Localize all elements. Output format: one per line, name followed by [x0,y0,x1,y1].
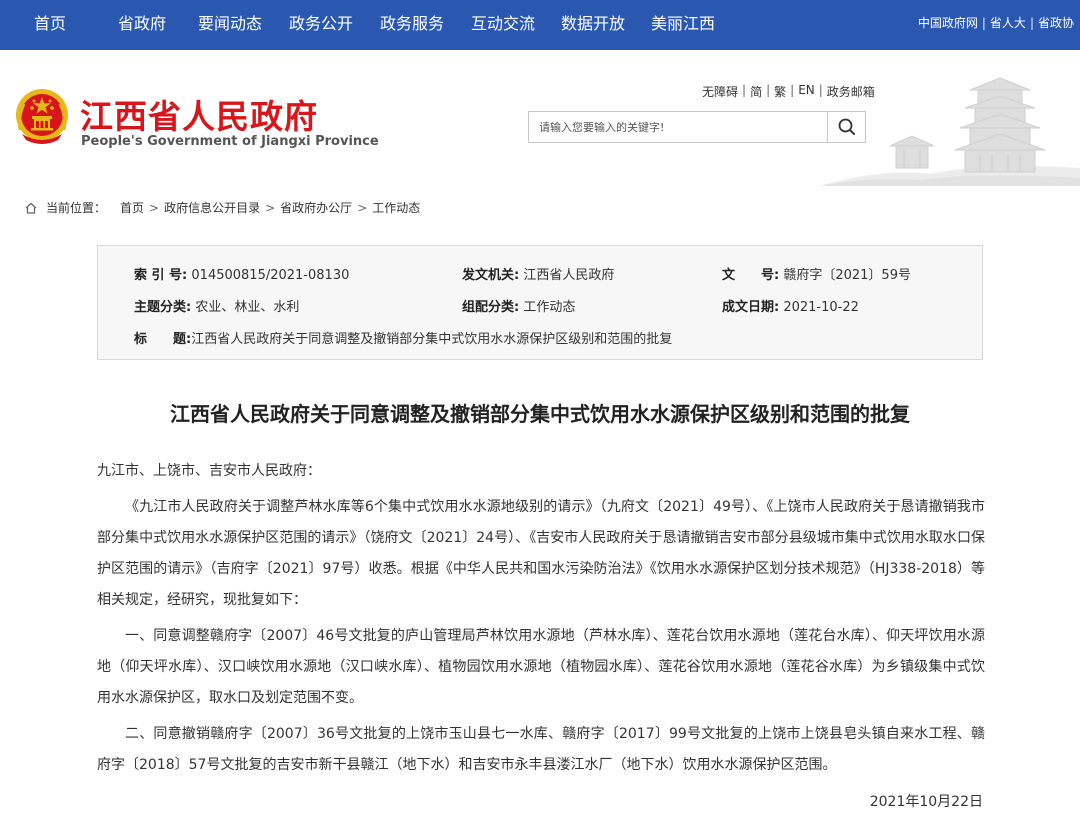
breadcrumb: 当前位置： 首页 > 政府信息公开目录 > 省政府办公厅 > 工作动态 [24,199,420,216]
breadcrumb-separator: > [357,200,368,215]
article-body: 九江市、上饶市、吉安市人民政府： 《九江市人民政府关于调整芦林水库等6个集中式饮… [97,456,985,818]
info-value: 农业、林业、水利 [195,300,300,315]
info-index-number: 索 引 号: 014500815/2021-08130 [134,264,349,283]
info-value: 工作动态 [523,300,576,315]
accessibility-link[interactable]: 无障碍 [702,83,738,100]
info-group-category: 组配分类: 工作动态 [462,296,575,315]
breadcrumb-general-office[interactable]: 省政府办公厅 [280,199,352,216]
site-header: 江西省人民政府 People's Government of Jiangxi P… [0,50,1080,186]
info-value: 2021-10-22 [783,300,859,315]
info-label: 发文机关: [462,268,520,283]
breadcrumb-separator: > [149,200,160,215]
simplified-chinese-link[interactable]: 简 [750,83,762,100]
breadcrumb-work-news[interactable]: 工作动态 [372,199,420,216]
site-title: 江西省人民政府 [80,97,318,136]
separator: | [790,83,795,97]
pavilion-illustration [820,77,1080,186]
info-label: 组配分类: [462,300,520,315]
breadcrumb-separator: > [265,200,276,215]
nav-item-interaction[interactable]: 互动交流 [458,0,548,50]
info-label: 成文日期: [722,300,780,315]
document-info-box: 索 引 号: 014500815/2021-08130 发文机关: 江西省人民政… [97,245,983,360]
breadcrumb-home[interactable]: 首页 [120,199,144,216]
breadcrumb-label: 当前位置： [46,201,107,215]
link-china-government[interactable]: 中国政府网 [918,0,978,50]
nav-item-beautiful-jiangxi[interactable]: 美丽江西 [638,0,728,50]
info-label: 主题分类: [134,300,192,315]
separator: | [981,16,986,30]
article-paragraph: 一、同意调整赣府字〔2007〕46号文批复的庐山管理局芦林饮用水源地（芦林水库）… [97,628,985,706]
info-value: 014500815/2021-08130 [191,268,350,283]
breadcrumb-disclosure-catalog[interactable]: 政府信息公开目录 [164,199,260,216]
info-value: 江西省人民政府关于同意调整及撤销部分集中式饮用水水源保护区级别和范围的批复 [191,332,673,347]
article-salutation: 九江市、上饶市、吉安市人民政府： [97,463,321,479]
nav-menu: 首页 省政府 要闻动态 政务公开 政务服务 互动交流 数据开放 美丽江西 [0,0,728,50]
top-nav: 首页 省政府 要闻动态 政务公开 政务服务 互动交流 数据开放 美丽江西 中国政… [0,0,1080,50]
article-date: 2021年10月22日 [869,794,983,810]
search-input[interactable] [529,112,827,142]
article-paragraph: 二、同意撤销赣府字〔2007〕36号文批复的上饶市玉山县七一水库、赣府字〔201… [97,726,985,773]
info-written-date: 成文日期: 2021-10-22 [722,296,859,315]
link-provincial-congress[interactable]: 省人大 [990,0,1026,50]
info-title: 标 题:江西省人民政府关于同意调整及撤销部分集中式饮用水水源保护区级别和范围的批… [134,328,672,347]
nav-item-open-data[interactable]: 数据开放 [548,0,638,50]
info-value: 江西省人民政府 [523,268,615,283]
info-value: 赣府字〔2021〕59号 [783,268,911,283]
site-subtitle: People's Government of Jiangxi Province [81,134,379,149]
article-paragraph: 《九江市人民政府关于调整芦林水库等6个集中式饮用水水源地级别的请示》（九府文〔2… [97,499,985,608]
info-issuing-authority: 发文机关: 江西省人民政府 [462,264,614,283]
search-box [528,111,866,143]
nav-item-news[interactable]: 要闻动态 [184,0,276,50]
external-links: 中国政府网 | 省人大 | 省政协 [918,0,1074,50]
english-link[interactable]: EN [798,83,815,100]
nav-item-provincial-government[interactable]: 省政府 [100,0,184,50]
info-label: 文 号: [722,268,780,283]
nav-item-government-affairs-disclosure[interactable]: 政务公开 [276,0,366,50]
info-label: 索 引 号: [134,268,188,283]
info-label: 标 题: [134,332,192,347]
nav-item-government-services[interactable]: 政务服务 [366,0,458,50]
nav-item-home[interactable]: 首页 [0,0,100,50]
home-icon [25,202,37,214]
separator: | [742,83,747,97]
link-provincial-cppcc[interactable]: 省政协 [1038,0,1074,50]
national-emblem-icon [16,89,68,144]
separator: | [766,83,771,97]
traditional-chinese-link[interactable]: 繁 [774,83,786,100]
article-title: 江西省人民政府关于同意调整及撤销部分集中式饮用水水源保护区级别和范围的批复 [170,402,910,426]
info-document-number: 文 号: 赣府字〔2021〕59号 [722,264,911,283]
separator: | [1029,16,1034,30]
info-topic-category: 主题分类: 农业、林业、水利 [134,296,299,315]
